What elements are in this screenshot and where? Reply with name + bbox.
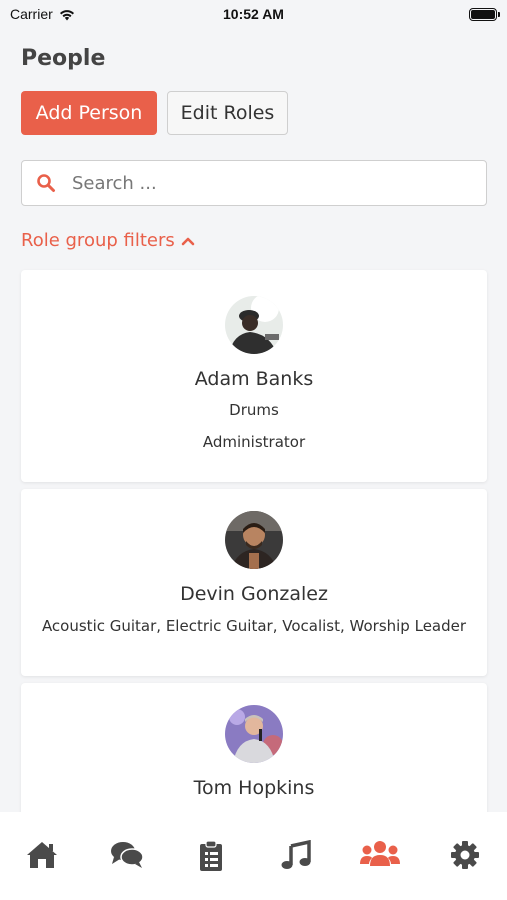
chat-icon <box>110 842 144 868</box>
search-box[interactable] <box>21 160 487 206</box>
tab-settings[interactable] <box>445 840 485 880</box>
role-group-filters-toggle[interactable]: Role group filters <box>21 230 195 251</box>
avatar <box>225 705 283 763</box>
tab-home[interactable] <box>22 840 62 880</box>
clock: 10:52 AM <box>223 6 284 22</box>
avatar <box>225 296 283 354</box>
person-name: Devin Gonzalez <box>180 583 328 605</box>
chevron-up-icon <box>181 237 195 245</box>
page-title: People <box>21 46 106 71</box>
search-input[interactable] <box>72 172 452 194</box>
edit-roles-button[interactable]: Edit Roles <box>167 91 288 135</box>
person-role-line: Acoustic Guitar, Electric Guitar, Vocali… <box>41 617 467 635</box>
person-role-line: Drums <box>229 401 279 419</box>
people-icon <box>360 841 401 866</box>
tab-songs[interactable] <box>276 840 316 880</box>
battery-icon <box>469 8 500 21</box>
search-icon <box>37 174 55 192</box>
tab-people[interactable] <box>360 840 401 880</box>
person-card[interactable]: Tom Hopkins <box>21 683 487 823</box>
add-person-button[interactable]: Add Person <box>21 91 157 135</box>
settings-icon <box>450 841 479 869</box>
home-icon <box>27 842 58 868</box>
music-icon <box>281 840 311 869</box>
person-card[interactable]: Adam Banks Drums Administrator <box>21 270 487 482</box>
clipboard-icon <box>200 840 223 871</box>
person-role-line: Administrator <box>202 433 306 451</box>
status-bar: Carrier 10:52 AM <box>0 0 507 30</box>
person-name: Adam Banks <box>194 368 314 390</box>
person-card[interactable]: Devin Gonzalez Acoustic Guitar, Electric… <box>21 489 487 676</box>
person-name: Tom Hopkins <box>193 777 315 799</box>
avatar <box>225 511 283 569</box>
tab-bar <box>0 812 507 900</box>
tab-plans[interactable] <box>191 840 231 880</box>
tab-messages[interactable] <box>107 840 147 880</box>
role-group-filters-label: Role group filters <box>21 230 175 251</box>
